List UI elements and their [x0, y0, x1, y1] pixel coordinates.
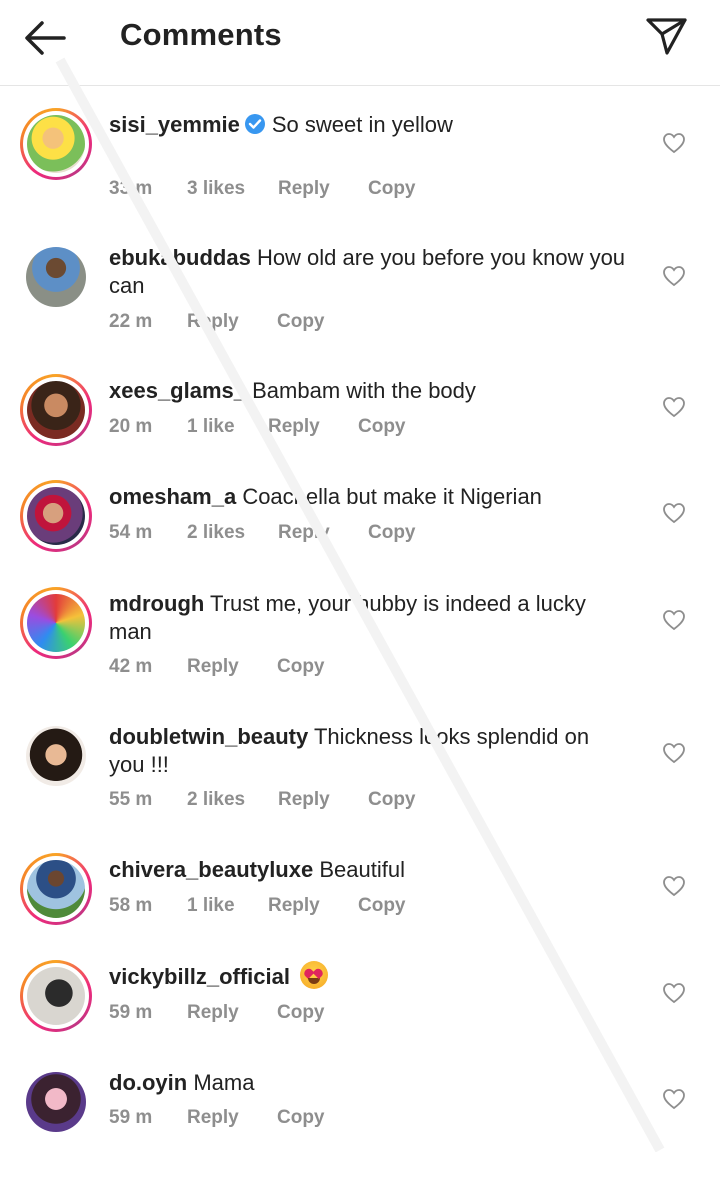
back-button[interactable]	[22, 18, 70, 58]
comment-row: doubletwin_beauty Thickness looks splend…	[0, 712, 720, 832]
comment-username[interactable]: ebukabuddas	[109, 245, 251, 270]
comment-row: ebukabuddas How old are you before you k…	[0, 233, 720, 353]
avatar	[26, 726, 86, 786]
comment-time: 59 m	[109, 1107, 153, 1128]
reply-button[interactable]: Reply	[187, 1107, 239, 1129]
comment-username[interactable]: sisi_yemmie	[109, 112, 240, 137]
reply-button[interactable]: Reply	[187, 656, 239, 678]
avatar-with-story-ring[interactable]	[20, 480, 92, 552]
header-bar: Comments	[0, 0, 720, 86]
comment-row: xees_glams_ Bambam with the body 20 m 1 …	[0, 366, 720, 486]
copy-button[interactable]: Copy	[368, 522, 416, 544]
avatar-with-story-ring[interactable]	[20, 853, 92, 925]
comment-text: do.oyin Mama	[109, 1069, 629, 1097]
copy-button[interactable]: Copy	[277, 656, 325, 678]
comment-text: sisi_yemmie So sweet in yellow	[109, 111, 629, 139]
comment-username[interactable]: xees_glams_	[109, 378, 246, 403]
comment-row: chivera_beautyluxe Beautiful 58 m 1 like…	[0, 845, 720, 965]
comment-row: mdrough Trust me, your hubby is indeed a…	[0, 579, 720, 699]
avatar	[27, 594, 85, 652]
paper-plane-icon	[646, 18, 687, 55]
comment-time: 58 m	[109, 895, 153, 916]
copy-button[interactable]: Copy	[358, 416, 406, 438]
avatar-with-story-ring[interactable]	[20, 960, 92, 1032]
avatar-with-story-ring[interactable]	[20, 374, 92, 446]
comment-time: 59 m	[109, 1002, 153, 1023]
reply-button[interactable]: Reply	[268, 416, 320, 438]
likes-count[interactable]: 2 likes	[187, 522, 245, 544]
reply-button[interactable]: Reply	[278, 178, 330, 200]
comment-time: 22 m	[109, 311, 153, 332]
heart-icon[interactable]	[662, 742, 686, 764]
avatar	[26, 1072, 86, 1132]
comment-username[interactable]: vickybillz_official	[109, 964, 290, 989]
comment-row: do.oyin Mama 59 m Reply Copy	[0, 1058, 720, 1178]
heart-eyes-emoji-icon	[300, 961, 329, 989]
reply-button[interactable]: Reply	[187, 1002, 239, 1024]
copy-button[interactable]: Copy	[368, 178, 416, 200]
comment-row: vickybillz_official 59 m Reply Copy	[0, 952, 720, 1072]
avatar	[27, 860, 85, 918]
likes-count[interactable]: 1 like	[187, 416, 235, 438]
avatar-wrapper[interactable]	[20, 241, 92, 313]
avatar-with-story-ring[interactable]	[20, 108, 92, 180]
avatar	[27, 487, 85, 545]
comment-time: 3‌3 m	[109, 178, 153, 199]
reply-button[interactable]: Reply	[187, 311, 239, 333]
avatar-wrapper[interactable]	[20, 1066, 92, 1138]
comment-username[interactable]: do.oyin	[109, 1070, 187, 1095]
copy-button[interactable]: Copy	[277, 311, 325, 333]
avatar	[27, 381, 85, 439]
heart-icon[interactable]	[662, 982, 686, 1004]
copy-button[interactable]: Copy	[277, 1107, 325, 1129]
avatar	[26, 247, 86, 307]
reply-button[interactable]: Reply	[278, 789, 330, 811]
comment-body: Beautiful	[319, 857, 405, 882]
likes-count[interactable]: 1 like	[187, 895, 235, 917]
likes-count[interactable]: 2 likes	[187, 789, 245, 811]
comment-row: omesham_a Coachella but make it Nigerian…	[0, 472, 720, 592]
comment-time: 42 m	[109, 656, 153, 677]
avatar-wrapper[interactable]	[20, 720, 92, 792]
reply-button[interactable]: Reply	[278, 522, 330, 544]
heart-icon[interactable]	[662, 875, 686, 897]
heart-icon[interactable]	[662, 396, 686, 418]
comment-text: mdrough Trust me, your hubby is indeed a…	[109, 590, 629, 646]
verified-badge-icon	[244, 114, 265, 134]
comment-username[interactable]: omesham_a	[109, 484, 236, 509]
comment-username[interactable]: mdrough	[109, 591, 204, 616]
comment-time: 54 m	[109, 522, 153, 543]
copy-button[interactable]: Copy	[368, 789, 416, 811]
comment-time: 55 m	[109, 789, 153, 810]
heart-icon[interactable]	[662, 265, 686, 287]
page-title: Comments	[120, 17, 282, 52]
comment-row: sisi_yemmie So sweet in yellow 3‌3 m 3 li…	[0, 100, 720, 220]
comment-body: So sweet in yellow	[271, 112, 453, 137]
comment-text: chivera_beautyluxe Beautiful	[109, 856, 629, 884]
avatar	[27, 115, 85, 173]
copy-button[interactable]: Copy	[358, 895, 406, 917]
heart-icon[interactable]	[662, 1088, 686, 1110]
comment-body: Mama	[193, 1070, 255, 1095]
avatar	[27, 967, 85, 1025]
heart-icon[interactable]	[662, 502, 686, 524]
comment-username[interactable]: chivera_beautyluxe	[109, 857, 313, 882]
heart-icon[interactable]	[662, 609, 686, 631]
comment-text: xees_glams_ Bambam with the body	[109, 377, 629, 405]
copy-button[interactable]: Copy	[277, 1002, 325, 1024]
comment-text: omesham_a Coachella but make it Nigerian	[109, 483, 629, 511]
share-button[interactable]	[644, 14, 690, 58]
comment-body: Coachella but make it Nigerian	[242, 484, 542, 509]
comment-body: Bambam with the body	[252, 378, 476, 403]
reply-button[interactable]: Reply	[268, 895, 320, 917]
likes-count[interactable]: 3 likes	[187, 178, 245, 200]
comment-username[interactable]: doubletwin_beauty	[109, 724, 308, 749]
avatar-with-story-ring[interactable]	[20, 587, 92, 659]
arrow-left-icon	[25, 21, 66, 55]
comment-text: vickybillz_official	[109, 961, 629, 991]
heart-icon[interactable]	[662, 132, 686, 154]
comment-text: ebukabuddas How old are you before you k…	[109, 244, 629, 300]
comment-time: 20 m	[109, 416, 153, 437]
comment-text: doubletwin_beauty Thickness looks splend…	[109, 723, 629, 779]
